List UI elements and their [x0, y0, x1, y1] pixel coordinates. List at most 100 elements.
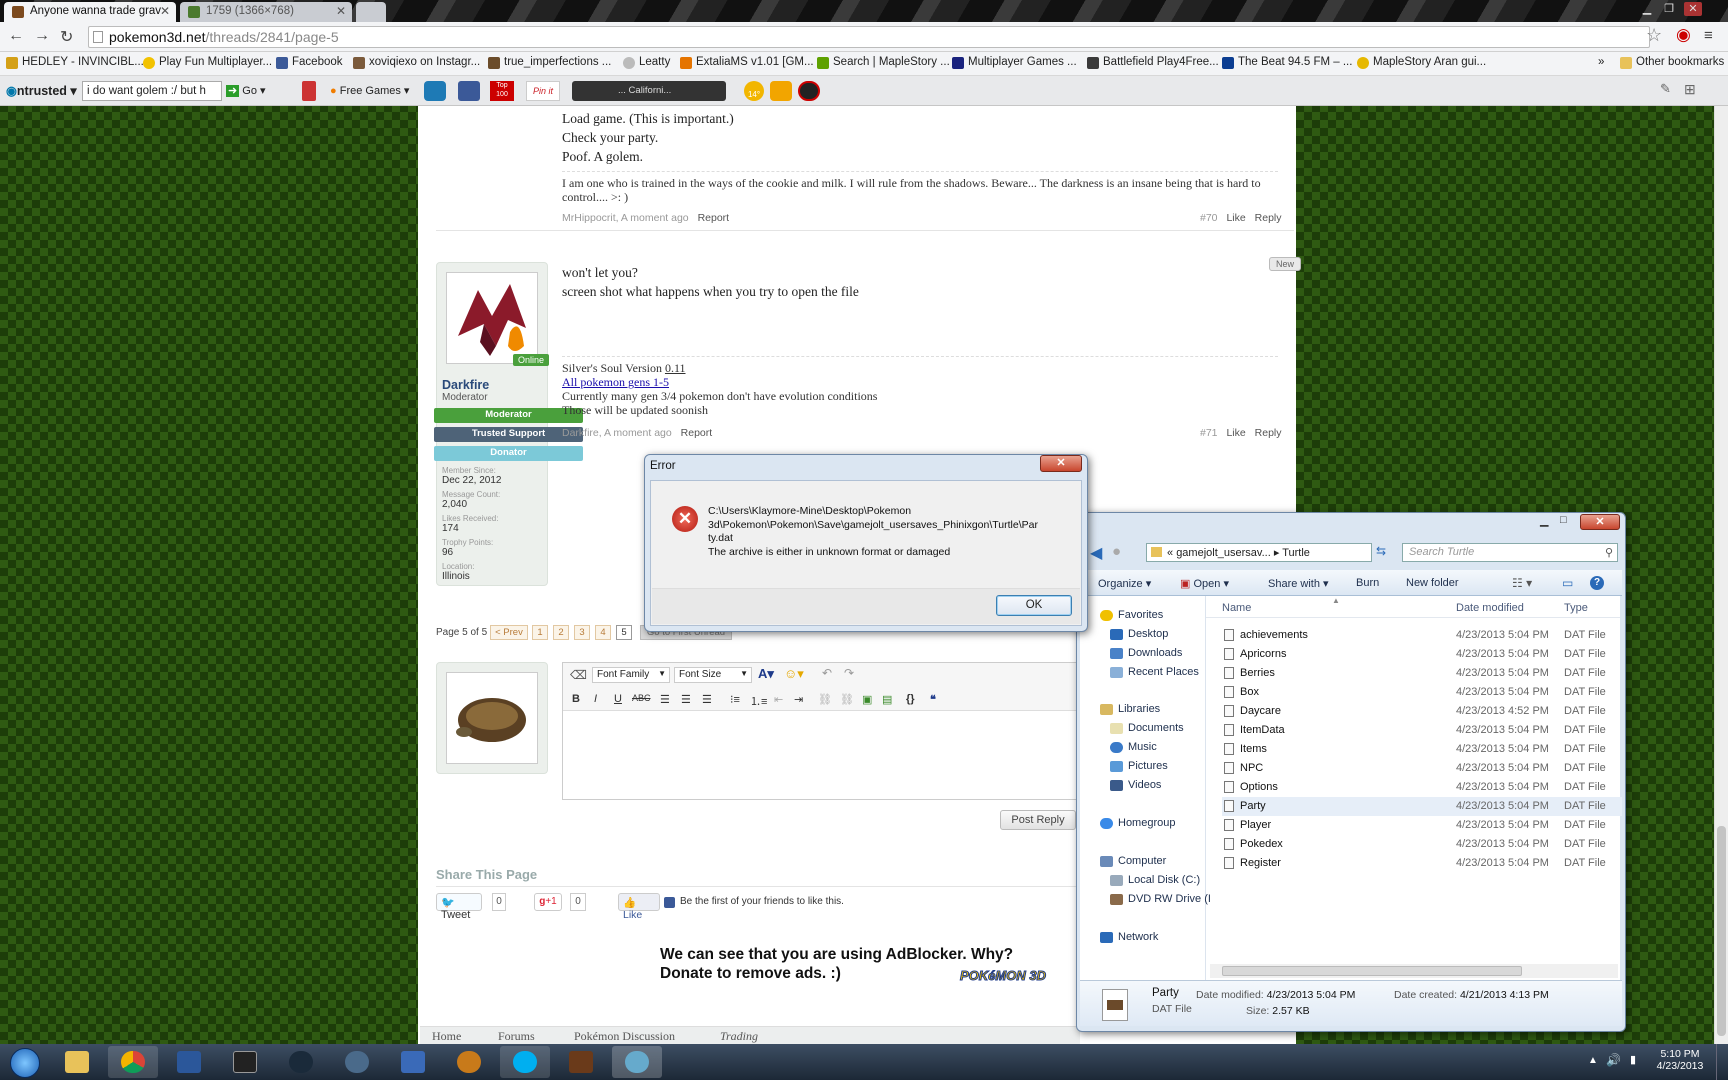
- reload-icon[interactable]: ↻: [60, 27, 73, 47]
- smiley-icon[interactable]: ☺▾: [784, 666, 804, 682]
- file-row[interactable]: Register 4/23/2013 5:04 PM DAT File: [1222, 854, 1622, 873]
- close-window-icon[interactable]: ✕: [1684, 2, 1702, 16]
- page-5-button[interactable]: 5: [616, 625, 632, 640]
- menu-icon[interactable]: ≡: [1704, 27, 1713, 44]
- file-row[interactable]: Box 4/23/2013 5:04 PM DAT File: [1222, 683, 1622, 702]
- start-button[interactable]: [2, 1046, 48, 1078]
- go-button[interactable]: ➜ Go ▾: [226, 81, 266, 101]
- crumb-gamejolt[interactable]: gamejolt_usersav...: [1176, 547, 1271, 559]
- explorer-close-button[interactable]: ✕: [1580, 514, 1620, 530]
- horizontal-scrollbar[interactable]: [1210, 964, 1618, 978]
- align-left-icon[interactable]: ☰: [660, 693, 670, 706]
- file-row[interactable]: NPC 4/23/2013 5:04 PM DAT File: [1222, 759, 1622, 778]
- nav-homegroup[interactable]: Homegroup: [1100, 817, 1175, 829]
- nav-desktop[interactable]: Desktop: [1110, 628, 1168, 640]
- tab-active[interactable]: Anyone wanna trade grav ✕: [4, 2, 176, 22]
- close-tab-icon[interactable]: ✕: [160, 4, 170, 18]
- sig-link[interactable]: All pokemon gens 1-5: [562, 375, 669, 389]
- bookmark-item[interactable]: Leatty: [623, 56, 670, 69]
- strike-icon[interactable]: ABC: [632, 693, 651, 703]
- show-desktop-button[interactable]: [1716, 1044, 1728, 1080]
- file-row[interactable]: Party 4/23/2013 5:04 PM DAT File: [1222, 797, 1622, 816]
- adblock-banner[interactable]: We can see that you are using AdBlocker.…: [648, 940, 1068, 992]
- pinit-button[interactable]: Pin it: [526, 81, 560, 101]
- explorer-maximize-icon[interactable]: □: [1560, 514, 1567, 526]
- preview-pane-icon[interactable]: ▭: [1562, 576, 1573, 590]
- add-icon[interactable]: ⊞: [1684, 81, 1696, 101]
- quote-icon[interactable]: ❝: [930, 693, 936, 706]
- nav-favorites[interactable]: Favorites: [1100, 609, 1163, 621]
- free-games-button[interactable]: ● Free Games ▾: [330, 81, 409, 101]
- bookmark-item[interactable]: ExtaliaMS v1.01 [GM...: [680, 56, 814, 69]
- addon-brand[interactable]: ◉ntrusted ▾: [6, 83, 77, 103]
- close-tab-icon[interactable]: ✕: [336, 4, 346, 18]
- media-icon[interactable]: ▤: [882, 693, 892, 706]
- forward-icon[interactable]: ●: [1112, 543, 1121, 560]
- prev-page-button[interactable]: < Prev: [490, 625, 528, 640]
- help-icon[interactable]: ?: [1590, 576, 1604, 590]
- col-type[interactable]: Type: [1564, 602, 1588, 614]
- weather-icon[interactable]: 14°: [744, 81, 764, 101]
- minimize-icon[interactable]: ▁: [1638, 2, 1656, 16]
- speed-icon[interactable]: [798, 81, 820, 101]
- app-taskbar-button[interactable]: [388, 1046, 438, 1078]
- bookmark-item[interactable]: Facebook: [276, 56, 343, 69]
- bookmark-item[interactable]: Play Fun Multiplayer...: [143, 56, 272, 69]
- font-size-select[interactable]: Font Size ▼: [674, 667, 752, 683]
- bookmark-item[interactable]: Battlefield Play4Free...: [1087, 56, 1219, 69]
- notifications-icon[interactable]: [770, 81, 792, 101]
- crumb-forums[interactable]: Forums: [498, 1029, 535, 1044]
- new-tab-button[interactable]: [356, 2, 386, 22]
- page-scrollbar[interactable]: [1714, 106, 1728, 1044]
- nav-computer[interactable]: Computer: [1100, 855, 1166, 867]
- bookmark-star-icon[interactable]: ☆: [1646, 25, 1662, 46]
- align-right-icon[interactable]: ☰: [702, 693, 712, 706]
- link-icon[interactable]: ⛓: [818, 693, 832, 706]
- fb-like-button[interactable]: 👍Like: [618, 893, 660, 921]
- game-taskbar-button[interactable]: [444, 1046, 494, 1078]
- nav-libraries[interactable]: Libraries: [1100, 703, 1160, 715]
- top100-icon[interactable]: Top 100: [490, 81, 514, 101]
- view-options-icon[interactable]: ☷ ▾: [1512, 576, 1532, 590]
- page-2-button[interactable]: 2: [553, 625, 569, 640]
- reply-link[interactable]: Reply: [1255, 212, 1282, 224]
- archiver-taskbar-button[interactable]: [612, 1046, 662, 1078]
- nav-local-disk[interactable]: Local Disk (C:): [1110, 874, 1200, 886]
- explorer-minimize-icon[interactable]: ▁: [1540, 514, 1548, 527]
- user-name[interactable]: Darkfire: [442, 378, 489, 392]
- file-row[interactable]: Items 4/23/2013 5:04 PM DAT File: [1222, 740, 1622, 759]
- crumb-turtle[interactable]: Turtle: [1282, 547, 1310, 559]
- open-button[interactable]: ▣ Open ▾: [1180, 577, 1229, 590]
- post-number[interactable]: #70: [1200, 212, 1218, 224]
- user-avatar[interactable]: [446, 272, 538, 364]
- gplus-button[interactable]: g+1: [534, 893, 562, 911]
- nav-pictures[interactable]: Pictures: [1110, 760, 1168, 772]
- back-icon[interactable]: ←: [8, 27, 24, 45]
- font-family-select[interactable]: Font Family ▼: [592, 667, 670, 683]
- word-taskbar-button[interactable]: [164, 1046, 214, 1078]
- refresh-icon[interactable]: ⇆: [1376, 544, 1386, 558]
- opera-icon[interactable]: ◉: [1676, 25, 1691, 45]
- post-author-link[interactable]: MrHippocrit, A moment ago: [562, 212, 689, 224]
- post-number[interactable]: #71: [1200, 427, 1218, 439]
- hscroll-thumb[interactable]: [1222, 966, 1522, 976]
- crumb-home[interactable]: Home: [432, 1029, 461, 1044]
- crumb-trading[interactable]: Trading: [720, 1029, 758, 1044]
- new-folder-button[interactable]: New folder: [1406, 577, 1459, 589]
- file-row[interactable]: ItemData 4/23/2013 5:04 PM DAT File: [1222, 721, 1622, 740]
- number-list-icon[interactable]: ⒈≡: [750, 693, 767, 709]
- app-taskbar-button[interactable]: [332, 1046, 382, 1078]
- chrome-taskbar-button[interactable]: [108, 1046, 158, 1078]
- bookmark-item[interactable]: The Beat 94.5 FM – ...: [1222, 56, 1352, 69]
- wrench-icon[interactable]: ✎: [1660, 81, 1671, 101]
- outdent-icon[interactable]: ⇤: [774, 693, 783, 706]
- trash-icon[interactable]: [302, 81, 316, 101]
- bookmark-item[interactable]: true_imperfections ...: [488, 56, 611, 69]
- underline-icon[interactable]: U: [614, 693, 622, 705]
- nav-music[interactable]: Music: [1110, 741, 1157, 753]
- forward-icon[interactable]: →: [34, 27, 50, 45]
- redo-icon[interactable]: ↷: [844, 666, 854, 680]
- chat-icon[interactable]: [424, 81, 446, 101]
- file-row[interactable]: Pokedex 4/23/2013 5:04 PM DAT File: [1222, 835, 1622, 854]
- nav-documents[interactable]: Documents: [1110, 722, 1184, 734]
